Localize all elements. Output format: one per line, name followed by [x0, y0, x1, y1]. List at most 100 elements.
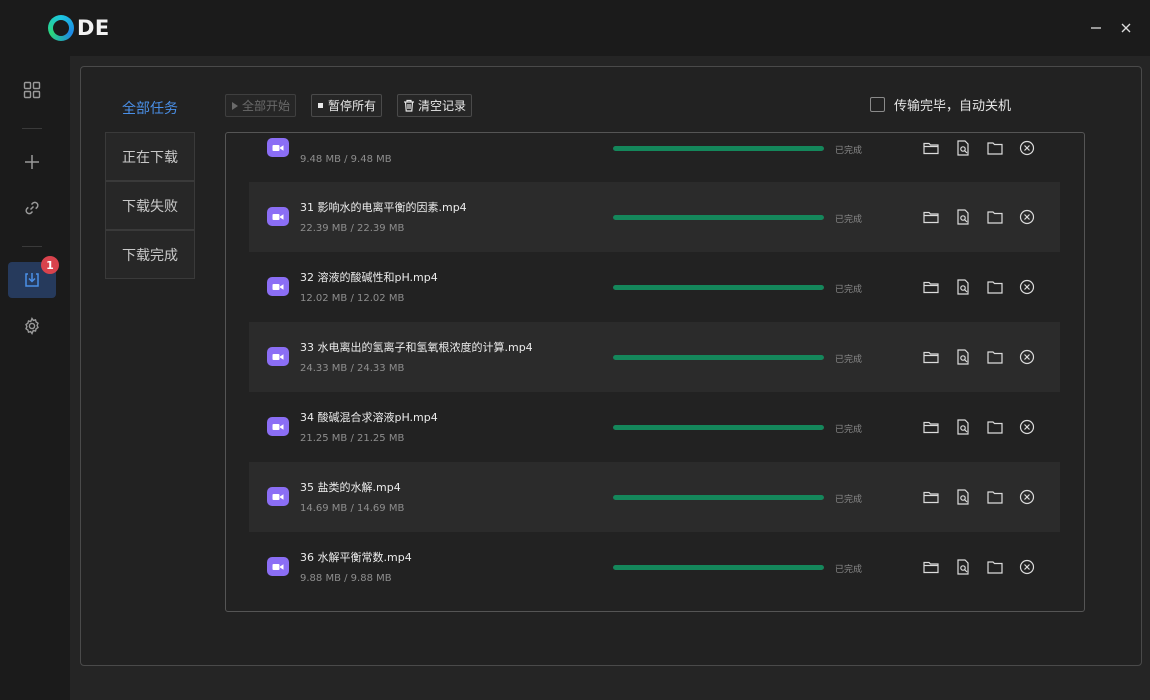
status-text: 已完成 [835, 355, 863, 365]
video-file-icon [267, 417, 289, 436]
play-icon [231, 101, 239, 110]
open-folder-icon[interactable] [923, 419, 939, 435]
rail-add-button[interactable] [8, 144, 56, 180]
auto-shutdown-checkbox[interactable] [870, 97, 885, 112]
progress-bar [613, 495, 824, 500]
folder-icon[interactable] [987, 279, 1003, 295]
status-text: 已完成 [835, 565, 863, 575]
video-file-icon [267, 347, 289, 366]
download-list[interactable]: 9.48 MB / 9.48 MB 已完成 31 影响水的电离平衡的因素.mp4 22… [225, 132, 1085, 612]
auto-shutdown-option[interactable]: 传输完毕，自动关机 [870, 95, 1011, 114]
link-icon [25, 201, 39, 215]
remove-task-icon[interactable] [1019, 419, 1035, 435]
remove-task-icon[interactable] [1019, 489, 1035, 505]
progress-bar [613, 146, 824, 151]
file-search-icon[interactable] [955, 209, 971, 225]
open-folder-icon[interactable] [923, 349, 939, 365]
file-name: 31 影响水的电离平衡的因素.mp4 [300, 201, 467, 214]
file-name: 35 盐类的水解.mp4 [300, 481, 401, 494]
file-size: 12.02 MB / 12.02 MB [300, 293, 405, 304]
app-logo: DE [48, 14, 110, 42]
remove-task-icon[interactable] [1019, 209, 1035, 225]
file-search-icon[interactable] [955, 419, 971, 435]
stop-icon [317, 102, 325, 110]
open-folder-icon[interactable] [923, 140, 939, 156]
remove-task-icon[interactable] [1019, 349, 1035, 365]
video-file-icon [267, 277, 289, 296]
download-row[interactable]: 35 盐类的水解.mp4 14.69 MB / 14.69 MB 已完成 [249, 462, 1060, 532]
tab-downloading[interactable]: 正在下载 [105, 132, 195, 181]
close-button[interactable] [1116, 18, 1136, 38]
progress-bar [613, 355, 824, 360]
clear-records-label: 清空记录 [418, 99, 467, 113]
folder-icon[interactable] [987, 559, 1003, 575]
file-size: 14.69 MB / 14.69 MB [300, 503, 405, 514]
status-text: 已完成 [835, 146, 863, 156]
remove-task-icon[interactable] [1019, 140, 1035, 156]
tab-all-tasks[interactable]: 全部任务 [105, 83, 195, 132]
progress-fill [613, 285, 824, 290]
minimize-button[interactable] [1086, 18, 1106, 38]
open-folder-icon[interactable] [923, 489, 939, 505]
progress-fill [613, 425, 824, 430]
folder-icon[interactable] [987, 489, 1003, 505]
trash-icon [403, 99, 415, 112]
rail-downloads-button[interactable]: 1 [8, 256, 59, 298]
file-name: 34 酸碱混合求溶液pH.mp4 [300, 411, 438, 424]
tab-completed[interactable]: 下载完成 [105, 230, 195, 279]
grid-icon [23, 81, 41, 99]
file-name: 32 溶液的酸碱性和pH.mp4 [300, 271, 438, 284]
downloads-panel: 全部任务 正在下载 下载失败 下载完成 全部开始 暂停所有 清空记录 传输完毕，… [80, 66, 1142, 666]
rail-apps-button[interactable] [8, 72, 56, 108]
file-size: 9.88 MB / 9.88 MB [300, 573, 392, 584]
video-file-icon [267, 207, 289, 226]
progress-bar [613, 215, 824, 220]
folder-icon[interactable] [987, 419, 1003, 435]
start-all-label: 全部开始 [242, 99, 291, 113]
close-icon [1121, 23, 1131, 33]
download-row[interactable]: 9.48 MB / 9.48 MB 已完成 [249, 133, 1060, 183]
logo-ring-icon [48, 15, 74, 41]
status-text: 已完成 [835, 495, 863, 505]
video-file-icon [267, 487, 289, 506]
download-row[interactable]: 33 水电离出的氢离子和氢氧根浓度的计算.mp4 24.33 MB / 24.33… [249, 322, 1060, 392]
file-size: 21.25 MB / 21.25 MB [300, 433, 405, 444]
auto-shutdown-label: 传输完毕，自动关机 [894, 99, 1012, 114]
open-folder-icon[interactable] [923, 559, 939, 575]
download-icon [25, 273, 39, 287]
file-search-icon[interactable] [955, 489, 971, 505]
file-search-icon[interactable] [955, 349, 971, 365]
download-row[interactable]: 36 水解平衡常数.mp4 9.88 MB / 9.88 MB 已完成 [249, 532, 1060, 602]
file-search-icon[interactable] [955, 559, 971, 575]
minimize-icon [1091, 27, 1101, 29]
folder-icon[interactable] [987, 349, 1003, 365]
download-row[interactable]: 34 酸碱混合求溶液pH.mp4 21.25 MB / 21.25 MB 已完成 [249, 392, 1060, 462]
video-file-icon [267, 138, 289, 157]
rail-settings-button[interactable] [8, 308, 56, 344]
folder-icon[interactable] [987, 140, 1003, 156]
folder-icon[interactable] [987, 209, 1003, 225]
download-row[interactable]: 31 影响水的电离平衡的因素.mp4 22.39 MB / 22.39 MB 已完成 [249, 182, 1060, 252]
file-name: 33 水电离出的氢离子和氢氧根浓度的计算.mp4 [300, 341, 533, 354]
logo-text: DE [77, 16, 110, 40]
remove-task-icon[interactable] [1019, 279, 1035, 295]
status-text: 已完成 [835, 215, 863, 225]
progress-fill [613, 146, 824, 151]
open-folder-icon[interactable] [923, 279, 939, 295]
tab-failed[interactable]: 下载失败 [105, 181, 195, 230]
start-all-button[interactable]: 全部开始 [225, 94, 297, 117]
open-folder-icon[interactable] [923, 209, 939, 225]
status-text: 已完成 [835, 285, 863, 295]
progress-fill [613, 355, 824, 360]
rail-link-button[interactable] [8, 190, 56, 226]
download-row[interactable]: 32 溶液的酸碱性和pH.mp4 12.02 MB / 12.02 MB 已完成 [249, 252, 1060, 322]
clear-records-button[interactable]: 清空记录 [397, 94, 473, 117]
file-search-icon[interactable] [955, 279, 971, 295]
progress-fill [613, 215, 824, 220]
left-rail: 1 [0, 56, 70, 700]
title-bar: DE [0, 0, 1150, 56]
remove-task-icon[interactable] [1019, 559, 1035, 575]
file-search-icon[interactable] [955, 140, 971, 156]
pause-all-button[interactable]: 暂停所有 [311, 94, 383, 117]
file-size: 9.48 MB / 9.48 MB [300, 154, 392, 165]
